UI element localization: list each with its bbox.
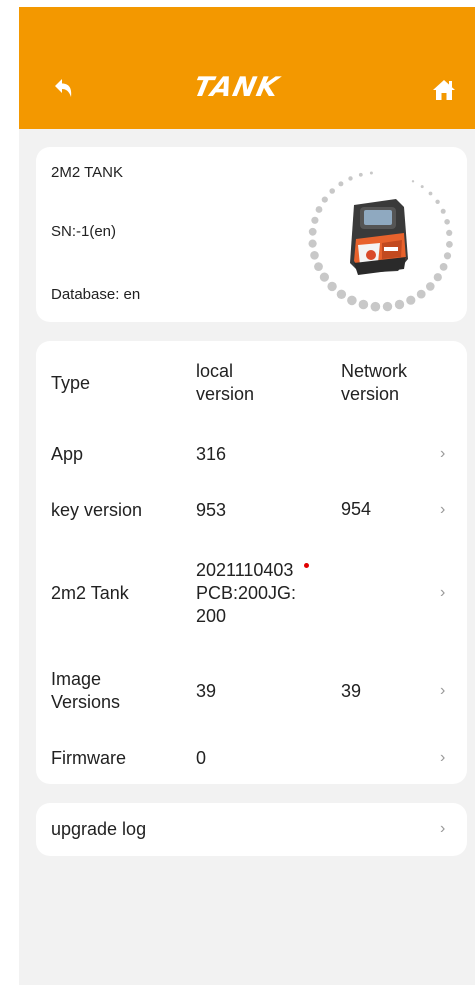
row-local-version-wrap: 2021110403 PCB:200JG: 200 bbox=[196, 559, 322, 628]
decorative-dot bbox=[311, 216, 319, 224]
decorative-dot bbox=[406, 295, 416, 305]
decorative-dot bbox=[428, 191, 433, 196]
device-database: Database: en bbox=[51, 286, 141, 303]
decorative-dot bbox=[420, 185, 424, 189]
row-local-version: 0 bbox=[196, 748, 207, 768]
decorative-dot bbox=[394, 299, 405, 310]
back-arrow-icon[interactable] bbox=[49, 75, 79, 105]
decorative-dot bbox=[440, 208, 446, 214]
decorative-dot bbox=[319, 272, 329, 282]
decorative-dot bbox=[315, 206, 323, 213]
row-type-label: 2m2 Tank bbox=[51, 583, 129, 603]
decorative-dot bbox=[446, 241, 453, 248]
chevron-right-icon[interactable]: › bbox=[440, 501, 445, 519]
decorative-dot bbox=[433, 273, 442, 282]
decorative-dot bbox=[347, 295, 357, 306]
column-header-local-version: local version bbox=[196, 361, 255, 404]
version-table-card: Type local version Network version App 3… bbox=[36, 341, 467, 784]
chevron-right-icon[interactable]: › bbox=[440, 749, 445, 767]
decorative-dot bbox=[411, 180, 415, 183]
tank-machine-icon bbox=[308, 171, 453, 312]
app-logo-title: TANK bbox=[190, 72, 283, 103]
decorative-dot bbox=[416, 289, 426, 299]
upgrade-log-row[interactable]: upgrade log › bbox=[36, 803, 467, 856]
chevron-right-icon[interactable]: › bbox=[440, 584, 445, 602]
decorative-dot bbox=[327, 281, 337, 292]
decorative-dot bbox=[308, 239, 317, 248]
decorative-dot bbox=[446, 229, 453, 236]
row-type-label: key version bbox=[51, 500, 143, 520]
decorative-dot bbox=[435, 199, 440, 204]
decorative-dot bbox=[369, 171, 373, 175]
decorative-dot bbox=[426, 282, 435, 291]
row-local-version: 2021110403 PCB:200JG: 200 bbox=[196, 560, 297, 626]
row-local-version: 39 bbox=[196, 681, 217, 701]
decorative-dot bbox=[358, 172, 363, 177]
device-info-card: 2M2 TANK SN:-1(en) Database: en bbox=[36, 147, 467, 322]
decorative-dot bbox=[308, 227, 317, 236]
decorative-dot bbox=[310, 251, 319, 260]
screen: TANK 2M2 TANK SN:-1(en) Database: en Typ… bbox=[19, 7, 475, 985]
decorative-dot bbox=[314, 262, 323, 271]
decorative-dot bbox=[321, 196, 328, 203]
row-type-label: Image Versions bbox=[51, 669, 121, 712]
decorative-dot bbox=[439, 263, 448, 271]
chevron-right-icon[interactable]: › bbox=[440, 820, 445, 838]
decorative-dot bbox=[443, 252, 452, 260]
column-header-network-version: Network version bbox=[341, 361, 408, 404]
update-available-dot bbox=[304, 563, 309, 568]
decorative-dot bbox=[358, 299, 369, 310]
column-header-type: Type bbox=[51, 373, 91, 393]
chevron-right-icon[interactable]: › bbox=[440, 445, 445, 463]
version-row-app[interactable] bbox=[36, 433, 467, 473]
decorative-dot bbox=[382, 301, 393, 312]
decorative-dot bbox=[329, 188, 335, 194]
decorative-dot bbox=[444, 219, 450, 225]
row-local-version: 316 bbox=[196, 444, 227, 464]
home-icon[interactable] bbox=[429, 75, 459, 105]
decorative-dot bbox=[370, 301, 381, 312]
upgrade-log-label: upgrade log bbox=[51, 819, 147, 839]
row-type-label: Firmware bbox=[51, 748, 126, 768]
row-type-label: App bbox=[51, 444, 84, 464]
decorative-dot bbox=[348, 176, 353, 181]
header-bar: TANK bbox=[19, 7, 475, 129]
row-local-version: 953 bbox=[196, 500, 227, 520]
decorative-dot bbox=[338, 181, 344, 187]
row-network-version: 39 bbox=[341, 681, 362, 701]
row-network-version: 954 bbox=[341, 499, 372, 519]
device-serial-number: SN:-1(en) bbox=[51, 223, 117, 240]
chevron-right-icon[interactable]: › bbox=[440, 682, 445, 700]
decorative-dot bbox=[336, 289, 347, 299]
device-name: 2M2 TANK bbox=[51, 164, 123, 181]
